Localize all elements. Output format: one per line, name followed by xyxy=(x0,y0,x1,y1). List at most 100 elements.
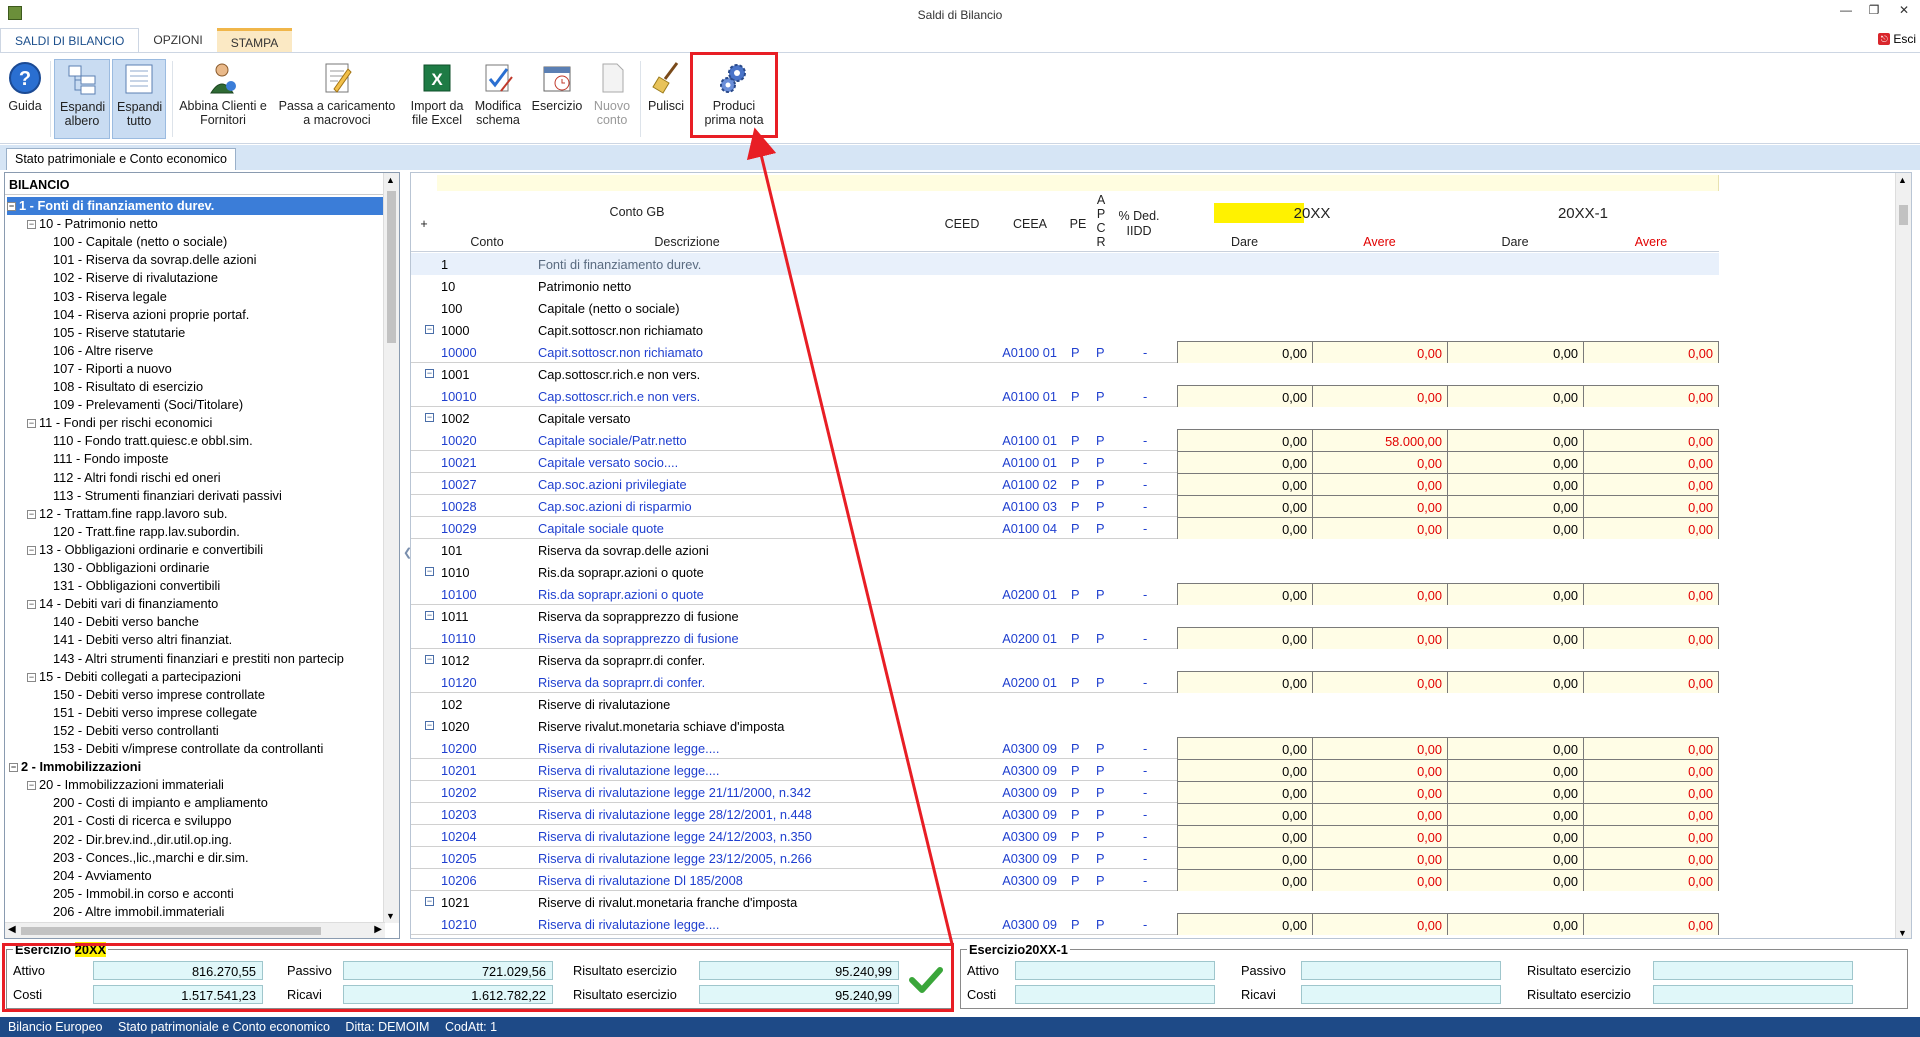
grid-scroll-down-icon[interactable]: ▼ xyxy=(1898,928,1907,938)
table-row[interactable]: 10204 Riserva di rivalutazione legge 24/1… xyxy=(411,825,1719,847)
tab-opzioni[interactable]: OPZIONI xyxy=(139,28,216,52)
tree-node[interactable]: 103 - Riserva legale xyxy=(53,288,167,306)
cell-dare-current[interactable]: 0,00 xyxy=(1177,803,1312,825)
close-icon[interactable]: ✕ xyxy=(1894,3,1914,21)
tree-node[interactable]: −12 - Trattam.fine rapp.lavoro sub. xyxy=(27,505,228,523)
cell-avere-current[interactable]: 0,00 xyxy=(1312,671,1447,693)
tree-node[interactable]: 143 - Altri strumenti finanziari e prest… xyxy=(53,650,344,668)
scroll-right-icon[interactable]: ▶ xyxy=(374,924,382,935)
grid-vertical-scrollbar[interactable]: ▲ ▼ xyxy=(1895,173,1911,938)
group-row[interactable]: 100 Capitale (netto o sociale) xyxy=(411,297,1719,319)
tree-node[interactable]: 109 - Prelevamenti (Soci/Titolare) xyxy=(53,396,243,414)
tree-node[interactable]: −13 - Obbligazioni ordinarie e convertib… xyxy=(27,541,263,559)
cell-avere-previous[interactable]: 0,00 xyxy=(1583,803,1719,825)
tree-collapse-icon[interactable]: − xyxy=(27,546,36,556)
import-excel-button[interactable]: X Import da file Excel xyxy=(404,59,470,139)
expand-all-plus[interactable]: + xyxy=(411,217,437,231)
cell-avere-previous[interactable]: 0,00 xyxy=(1583,495,1719,517)
table-row[interactable]: 10120 Riserva da sopraprr.di confer. A0200… xyxy=(411,671,1719,693)
tree-node[interactable]: 204 - Avviamento xyxy=(53,867,152,885)
esercizio-button[interactable]: Esercizio xyxy=(526,59,588,139)
cell-avere-previous[interactable]: 0,00 xyxy=(1583,671,1719,693)
tree-node[interactable]: −11 - Fondi per rischi economici xyxy=(27,414,212,432)
tree-collapse-icon[interactable]: − xyxy=(27,220,36,230)
cell-dare-current[interactable]: 0,00 xyxy=(1177,759,1312,781)
tree-node[interactable]: 152 - Debiti verso controllanti xyxy=(53,722,219,740)
cell-avere-previous[interactable]: 0,00 xyxy=(1583,341,1719,363)
tree-collapse-icon[interactable]: − xyxy=(27,781,36,791)
tree-collapse-icon[interactable]: − xyxy=(27,600,36,610)
filter-row[interactable] xyxy=(437,175,1719,191)
cell-dare-current[interactable]: 0,00 xyxy=(1177,385,1312,407)
header-dare-previous[interactable]: Dare xyxy=(1447,235,1583,249)
cell-dare-previous[interactable]: 0,00 xyxy=(1447,583,1583,605)
cell-dare-current[interactable]: 0,00 xyxy=(1177,781,1312,803)
cell-dare-previous[interactable]: 0,00 xyxy=(1447,627,1583,649)
cell-avere-current[interactable]: 58.000,00 xyxy=(1312,429,1447,451)
cell-avere-previous[interactable]: 0,00 xyxy=(1583,429,1719,451)
group-row[interactable]: −1010 Ris.da soprapr.azioni o quote xyxy=(411,561,1719,583)
tree-node[interactable]: −15 - Debiti collegati a partecipazioni xyxy=(27,668,241,686)
header-ceed[interactable]: CEED xyxy=(927,217,997,231)
tree-hscroll-thumb[interactable] xyxy=(21,927,321,935)
tree-node[interactable]: 112 - Altri fondi rischi ed oneri xyxy=(53,469,221,487)
cell-avere-current[interactable]: 0,00 xyxy=(1312,451,1447,473)
scroll-up-icon[interactable]: ▲ xyxy=(386,175,395,185)
tree-node[interactable]: 150 - Debiti verso imprese controllate xyxy=(53,686,265,704)
cell-avere-previous[interactable]: 0,00 xyxy=(1583,385,1719,407)
tree-node[interactable]: 120 - Tratt.fine rapp.lav.subordin. xyxy=(53,523,240,541)
table-row[interactable]: 10027 Cap.soc.azioni privilegiate A0100 02… xyxy=(411,473,1719,495)
header-avere-previous[interactable]: Avere xyxy=(1583,235,1719,249)
cell-dare-previous[interactable]: 0,00 xyxy=(1447,495,1583,517)
tree-node[interactable]: 205 - Immobil.in corso e acconti xyxy=(53,885,234,903)
row-collapse-icon[interactable]: − xyxy=(425,325,434,334)
scroll-left-icon[interactable]: ◀ xyxy=(8,924,16,935)
cell-dare-current[interactable]: 0,00 xyxy=(1177,869,1312,891)
cell-dare-current[interactable]: 0,00 xyxy=(1177,429,1312,451)
cell-avere-current[interactable]: 0,00 xyxy=(1312,913,1447,935)
table-row[interactable]: 10203 Riserva di rivalutazione legge 28/1… xyxy=(411,803,1719,825)
cell-dare-current[interactable]: 0,00 xyxy=(1177,737,1312,759)
group-row[interactable]: −1011 Riserva da soprapprezzo di fusione xyxy=(411,605,1719,627)
cell-dare-current[interactable]: 0,00 xyxy=(1177,473,1312,495)
minimize-icon[interactable]: — xyxy=(1836,3,1856,21)
group-row[interactable]: −1000 Capit.sottoscr.non richiamato xyxy=(411,319,1719,341)
tree-collapse-icon[interactable]: − xyxy=(9,763,18,773)
tree-node[interactable]: 203 - Conces.,lic.,marchi e dir.sim. xyxy=(53,849,249,867)
tree-node[interactable]: 113 - Strumenti finanziari derivati pass… xyxy=(53,487,282,505)
cell-dare-previous[interactable]: 0,00 xyxy=(1447,451,1583,473)
cell-avere-current[interactable]: 0,00 xyxy=(1312,341,1447,363)
tree-node[interactable]: 141 - Debiti verso altri finanziat. xyxy=(53,631,232,649)
tab-saldi-di-bilancio[interactable]: SALDI DI BILANCIO xyxy=(0,28,140,52)
cell-avere-current[interactable]: 0,00 xyxy=(1312,759,1447,781)
cell-avere-previous[interactable]: 0,00 xyxy=(1583,825,1719,847)
cell-dare-current[interactable]: 0,00 xyxy=(1177,671,1312,693)
tree-node[interactable]: 100 - Capitale (netto o sociale) xyxy=(53,233,227,251)
tree-node[interactable]: 107 - Riporti a nuovo xyxy=(53,360,172,378)
cell-dare-previous[interactable]: 0,00 xyxy=(1447,847,1583,869)
tree-node[interactable]: 110 - Fondo tratt.quiesc.e obbl.sim. xyxy=(53,432,253,450)
table-row[interactable]: 10206 Riserva di rivalutazione Dl 185/200… xyxy=(411,869,1719,891)
table-row[interactable]: 10201 Riserva di rivalutazione legge.... A… xyxy=(411,759,1719,781)
tree-node[interactable]: −1 - Fonti di finanziamento durev. xyxy=(7,197,385,215)
tree-node[interactable]: 200 - Costi di impianto e ampliamento xyxy=(53,794,268,812)
group-row[interactable]: 10 Patrimonio netto xyxy=(411,275,1719,297)
cell-avere-current[interactable]: 0,00 xyxy=(1312,473,1447,495)
header-avere-current[interactable]: Avere xyxy=(1312,235,1447,249)
cell-avere-previous[interactable]: 0,00 xyxy=(1583,583,1719,605)
group-row[interactable]: −1021 Riserve di rivalut.monetaria franch… xyxy=(411,891,1719,913)
tree-node[interactable]: 131 - Obbligazioni convertibili xyxy=(53,577,220,595)
row-collapse-icon[interactable]: − xyxy=(425,611,434,620)
header-ded-iidd[interactable]: % Ded. IIDD xyxy=(1109,209,1169,239)
tree-vertical-scrollbar[interactable]: ▲ ▼ xyxy=(383,173,399,923)
row-collapse-icon[interactable]: − xyxy=(425,721,434,730)
cell-dare-previous[interactable]: 0,00 xyxy=(1447,759,1583,781)
cell-dare-current[interactable]: 0,00 xyxy=(1177,583,1312,605)
group-row[interactable]: −1020 Riserve rivalut.monetaria schiave d… xyxy=(411,715,1719,737)
grid-scroll-up-icon[interactable]: ▲ xyxy=(1898,175,1907,185)
tree-node[interactable]: 104 - Riserva azioni proprie portaf. xyxy=(53,306,249,324)
group-row[interactable]: −1002 Capitale versato xyxy=(411,407,1719,429)
cell-dare-current[interactable]: 0,00 xyxy=(1177,451,1312,473)
tree-node[interactable]: 202 - Dir.brev.ind.,dir.util.op.ing. xyxy=(53,831,232,849)
cell-dare-previous[interactable]: 0,00 xyxy=(1447,473,1583,495)
